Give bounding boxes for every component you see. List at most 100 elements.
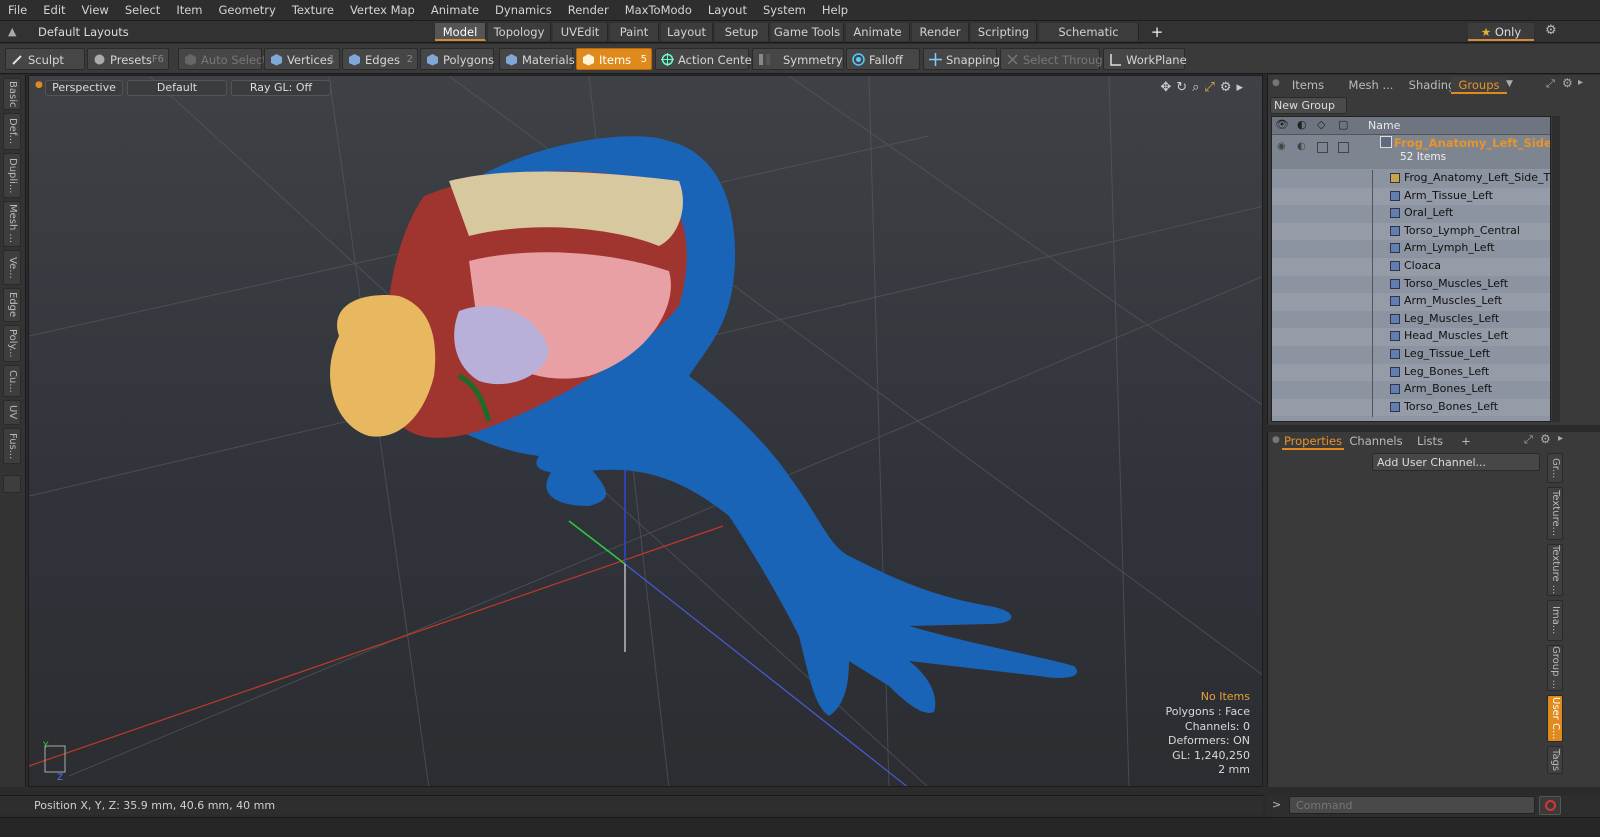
left-tab-6[interactable]: Poly... <box>3 325 21 362</box>
left-tab-1[interactable]: Def... <box>3 113 21 150</box>
viewport-scene[interactable]: Y Z <box>29 76 1263 787</box>
items-button[interactable]: Items 5 <box>576 48 652 70</box>
lock-icon[interactable]: ◇ <box>1317 118 1325 131</box>
tab-topology[interactable]: Topology <box>488 23 551 41</box>
expand-arrow-icon[interactable]: ▸ <box>1236 80 1248 95</box>
left-tab-8[interactable]: UV <box>3 400 21 425</box>
menu-texture[interactable]: Texture <box>284 0 342 21</box>
menu-view[interactable]: View <box>74 0 117 21</box>
props-side-tab-6[interactable]: Tags <box>1547 746 1563 774</box>
menu-file[interactable]: File <box>0 0 35 21</box>
new-group-button[interactable]: New Group <box>1270 97 1347 114</box>
menu-system[interactable]: System <box>755 0 814 21</box>
list-item[interactable]: Torso_Lymph_Central <box>1272 222 1550 241</box>
symmetry-button[interactable]: Symmetry <box>752 48 844 70</box>
sculpt-button[interactable]: Sculpt <box>5 48 85 70</box>
tab-model[interactable]: Model <box>435 23 486 41</box>
groups-list[interactable]: 👁 ◐ ◇ ▢ Name ◉ ◐ Frog_Anatomy_Left_Side … <box>1271 116 1551 422</box>
props-grip-icon[interactable]: ● <box>1272 435 1280 445</box>
left-tab-toggle[interactable] <box>3 475 21 493</box>
menu-geometry[interactable]: Geometry <box>211 0 284 21</box>
view-mode-dropdown[interactable]: Perspective <box>45 80 123 96</box>
items-tab-1[interactable]: Mesh ... <box>1342 77 1400 94</box>
list-item[interactable]: Arm_Muscles_Left <box>1272 293 1550 312</box>
left-tab-3[interactable]: Mesh ... <box>3 201 21 247</box>
list-item[interactable]: Frog_Anatomy_Left_Side_T... <box>1272 170 1550 188</box>
add-user-channel-button[interactable]: Add User Channel... <box>1372 453 1540 471</box>
group-select-box[interactable] <box>1338 142 1349 153</box>
panel-expand-icon[interactable]: ⤢ <box>1546 77 1555 91</box>
shading-dropdown[interactable]: Default <box>127 80 227 96</box>
rotate-icon[interactable]: ↻ <box>1176 80 1192 95</box>
group-row[interactable]: ◉ ◐ Frog_Anatomy_Left_Side ... 52 Items <box>1272 135 1550 169</box>
list-item[interactable]: Arm_Lymph_Left <box>1272 240 1550 259</box>
props-tab-2[interactable]: Lists <box>1408 433 1452 450</box>
panel-dropdown-icon[interactable]: ▼ <box>1506 79 1513 89</box>
left-tab-4[interactable]: Ve... <box>3 250 21 285</box>
panel-gear-icon[interactable]: ⚙ <box>1562 76 1573 90</box>
props-arrow-icon[interactable]: ▸ <box>1558 433 1563 444</box>
props-gear-icon[interactable]: ⚙ <box>1540 432 1551 446</box>
3d-viewport[interactable]: Y Z ● Perspective Default Ray GL: Off ✥↻… <box>28 75 1263 787</box>
layout-collapse-icon[interactable]: ▲ <box>8 25 16 38</box>
fit-icon[interactable]: ⤢ <box>1204 80 1219 95</box>
command-input[interactable] <box>1289 796 1535 814</box>
group-lock-box[interactable] <box>1317 142 1328 153</box>
left-tab-9[interactable]: Fus... <box>3 428 21 464</box>
props-side-tab-0[interactable]: Gr... <box>1547 453 1563 483</box>
menu-animate[interactable]: Animate <box>423 0 487 21</box>
props-side-tab-3[interactable]: Ima... <box>1547 600 1563 641</box>
props-expand-icon[interactable]: ⤢ <box>1524 433 1533 447</box>
left-tab-7[interactable]: Cu... <box>3 365 21 397</box>
add-props-tab-button[interactable]: + <box>1458 433 1474 450</box>
menu-layout[interactable]: Layout <box>700 0 755 21</box>
group-render-icon[interactable]: ◐ <box>1297 141 1306 152</box>
tab-schematic-fusion[interactable]: Schematic Fusion <box>1039 23 1139 57</box>
menu-maxtomodo[interactable]: MaxToModo <box>617 0 700 21</box>
vertices-button[interactable]: Vertices 1 <box>264 48 340 70</box>
props-side-tab-5[interactable]: User C... <box>1547 695 1563 742</box>
name-column-header[interactable]: Name <box>1368 119 1400 132</box>
frog-model[interactable] <box>330 136 1078 716</box>
materials-button[interactable]: Materials <box>499 48 575 70</box>
menu-render[interactable]: Render <box>560 0 617 21</box>
raygl-toggle[interactable]: Ray GL: Off <box>231 80 331 96</box>
items-tab-3[interactable]: Groups <box>1451 77 1507 94</box>
record-icon[interactable] <box>1539 796 1561 815</box>
snapping-button[interactable]: Snapping <box>923 48 1000 70</box>
tab-scripting[interactable]: Scripting <box>971 23 1037 41</box>
layout-preset-dropdown[interactable]: Default Layouts ▼ <box>28 23 138 57</box>
list-item[interactable]: Torso_Muscles_Left <box>1272 275 1550 294</box>
eye-icon[interactable]: 👁 <box>1275 118 1289 131</box>
list-item[interactable]: Leg_Bones_Left <box>1272 363 1550 382</box>
menu-help[interactable]: Help <box>814 0 856 21</box>
pan-icon[interactable]: ✥ <box>1160 80 1176 95</box>
panel-arrow-icon[interactable]: ▸ <box>1578 77 1583 88</box>
list-item[interactable]: Arm_Tissue_Left <box>1272 187 1550 206</box>
tab-game-tools[interactable]: Game Tools <box>771 23 844 41</box>
only-toggle[interactable]: ★ Only <box>1468 23 1534 41</box>
menu-dynamics[interactable]: Dynamics <box>487 0 560 21</box>
auto-select-button[interactable]: Auto Select <box>178 48 267 70</box>
gear-icon[interactable]: ⚙ <box>1545 23 1557 38</box>
tab-animate[interactable]: Animate <box>846 23 910 41</box>
tab-layout[interactable]: Layout <box>661 23 713 41</box>
list-item[interactable]: Oral_Left <box>1272 205 1550 224</box>
props-side-tab-2[interactable]: Texture ... <box>1547 544 1563 596</box>
falloff-button[interactable]: Falloff <box>846 48 920 70</box>
list-item[interactable]: Leg_Tissue_Left <box>1272 346 1550 364</box>
group-eye-icon[interactable]: ◉ <box>1277 141 1286 152</box>
props-tab-0[interactable]: Properties <box>1282 433 1344 450</box>
props-side-tab-4[interactable]: Group ... <box>1547 645 1563 691</box>
tab-render[interactable]: Render <box>912 23 969 41</box>
viewport-gear-icon[interactable]: ⚙ <box>1220 80 1237 95</box>
tab-setup[interactable]: Setup <box>715 23 769 41</box>
props-tab-1[interactable]: Channels <box>1348 433 1404 450</box>
list-item[interactable]: Torso_Bones_Left <box>1272 398 1550 417</box>
menu-select[interactable]: Select <box>117 0 168 21</box>
left-tab-2[interactable]: Dupli... <box>3 153 21 198</box>
list-item[interactable]: Leg_Muscles_Left <box>1272 310 1550 329</box>
left-tab-0[interactable]: Basic <box>3 78 21 110</box>
edges-button[interactable]: Edges 2 <box>342 48 418 70</box>
zoom-icon[interactable]: ⌕ <box>1192 80 1204 95</box>
